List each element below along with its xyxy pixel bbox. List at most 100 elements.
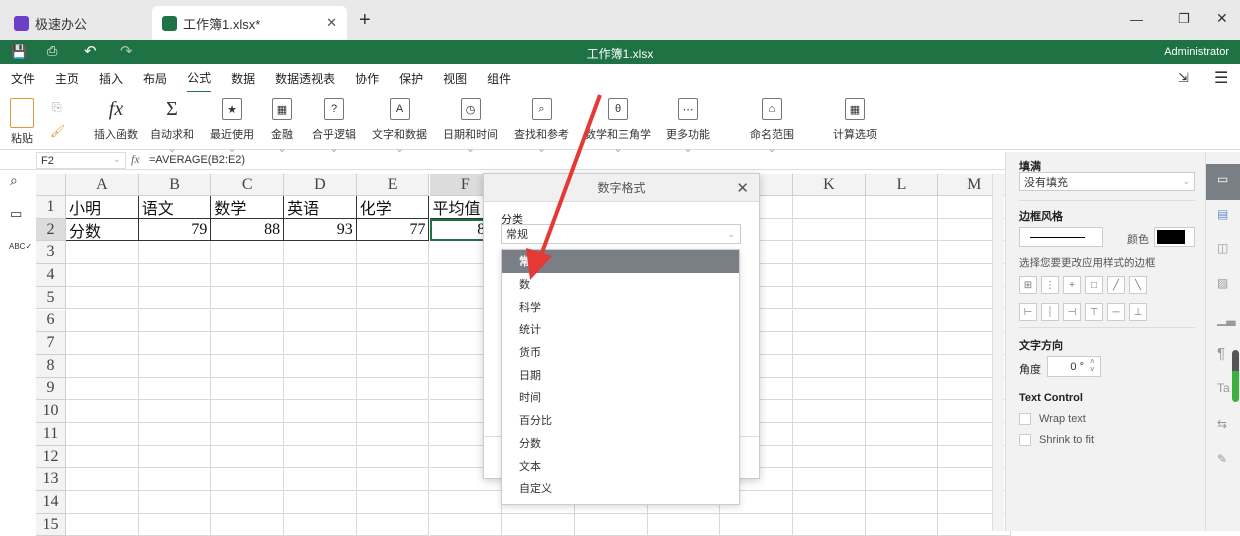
shape-icon[interactable]: ◫ (1217, 241, 1228, 255)
cell[interactable] (284, 377, 357, 401)
menu-item[interactable]: 保护 (399, 65, 423, 92)
cell[interactable]: 77 (356, 218, 430, 242)
row-header[interactable]: 5 (36, 286, 66, 310)
user-name[interactable]: Administrator (1164, 46, 1229, 58)
category-option[interactable]: 数 (502, 273, 739, 296)
ribbon-button[interactable]: ⋯ 更多功能 ⌄ (666, 98, 710, 155)
cell[interactable] (66, 264, 139, 287)
cell[interactable] (793, 423, 866, 446)
cell[interactable] (793, 354, 866, 378)
cell[interactable] (211, 491, 285, 514)
ribbon-button[interactable]: ? 合乎逻辑 ⌄ (312, 98, 356, 155)
cell[interactable] (284, 264, 357, 287)
ribbon-button[interactable]: fx 插入函数 (94, 98, 138, 142)
cell[interactable] (865, 468, 939, 492)
cell[interactable] (211, 264, 285, 287)
tab-home[interactable]: 极速办公 (4, 6, 97, 40)
ribbon-button[interactable]: ⌂ 命名范围 ⌄ (750, 98, 794, 155)
cell[interactable] (66, 468, 139, 492)
menu-item[interactable]: 文件 (11, 65, 35, 92)
chevron-down-icon[interactable]: ⌄ (113, 154, 121, 165)
cell[interactable] (793, 309, 866, 333)
cell[interactable] (211, 241, 285, 265)
column-header[interactable]: K (793, 174, 866, 196)
cell[interactable] (429, 513, 503, 536)
menu-item[interactable]: 数据 (231, 65, 255, 92)
row-header[interactable]: 4 (36, 264, 66, 287)
cell[interactable] (356, 468, 430, 492)
cell[interactable] (865, 309, 939, 333)
cell[interactable] (66, 354, 139, 378)
search-icon[interactable]: ⌕ (10, 172, 18, 189)
border-option-button[interactable]: + (1063, 276, 1081, 294)
cell[interactable] (211, 513, 285, 536)
cell[interactable] (211, 332, 285, 355)
menu-item[interactable]: 组件 (487, 65, 511, 92)
ribbon-button[interactable]: Σ 自动求和 ⌄ (150, 98, 194, 156)
cell[interactable] (356, 241, 430, 265)
cell[interactable] (356, 377, 430, 401)
cell[interactable] (356, 264, 430, 287)
cell[interactable] (865, 513, 939, 536)
cell[interactable] (865, 445, 939, 469)
cell[interactable] (284, 309, 357, 333)
row-header[interactable]: 11 (36, 423, 66, 446)
close-tab-icon[interactable]: ✕ (326, 15, 337, 31)
signature-icon[interactable]: ✎ (1217, 452, 1227, 466)
shrink-to-fit-checkbox[interactable] (1019, 434, 1031, 446)
menu-item[interactable]: 数据透视表 (275, 65, 335, 92)
cell[interactable] (138, 513, 212, 536)
ribbon-button[interactable]: ★ 最近使用 ⌄ (210, 98, 254, 155)
cell[interactable]: 化学 (356, 196, 430, 219)
category-option[interactable]: 分数 (502, 432, 739, 455)
column-header[interactable]: E (356, 174, 430, 196)
table-icon[interactable]: ▤ (1217, 207, 1228, 221)
category-option[interactable]: 日期 (502, 363, 739, 386)
new-tab-button[interactable]: + (359, 9, 371, 32)
category-option[interactable]: 常规 (502, 250, 739, 273)
border-option-button[interactable]: ⊣ (1063, 303, 1081, 321)
cell[interactable] (66, 423, 139, 446)
hamburger-menu-icon[interactable]: ☰ (1214, 68, 1228, 88)
ribbon-button[interactable]: θ 数学和三角学 ⌄ (585, 98, 651, 155)
cell[interactable] (138, 491, 212, 514)
border-option-button[interactable]: ⊢ (1019, 303, 1037, 321)
cell[interactable] (356, 423, 430, 446)
cell[interactable]: 小明 (66, 196, 139, 219)
cell[interactable] (138, 286, 212, 310)
cell[interactable] (284, 354, 357, 378)
chart-icon[interactable]: ▁▃ (1217, 312, 1235, 326)
cell[interactable] (66, 400, 139, 423)
cell[interactable] (574, 513, 648, 536)
cell[interactable] (720, 513, 793, 536)
text-art-icon[interactable]: Ta (1217, 381, 1230, 395)
cell[interactable] (793, 332, 866, 355)
column-header[interactable]: C (211, 174, 285, 196)
cell[interactable] (356, 400, 430, 423)
row-header[interactable]: 12 (36, 445, 66, 469)
cell[interactable] (793, 264, 866, 287)
row-header[interactable]: 1 (36, 196, 66, 219)
fx-icon[interactable]: fx (131, 152, 140, 167)
menu-item[interactable]: 公式 (187, 64, 212, 93)
cell[interactable] (66, 286, 139, 310)
cell[interactable] (865, 196, 939, 219)
cell[interactable]: 英语 (284, 196, 357, 219)
close-window-icon[interactable]: ✕ (1216, 10, 1228, 27)
ribbon-button[interactable]: ▦ 计算选项 (833, 98, 877, 142)
cell[interactable] (356, 445, 430, 469)
formula-input[interactable]: =AVERAGE(B2:E2) (149, 154, 245, 166)
menu-item[interactable]: 主页 (55, 65, 79, 92)
cell[interactable] (865, 332, 939, 355)
cell[interactable] (138, 332, 212, 355)
cell[interactable] (284, 286, 357, 310)
cell[interactable] (211, 445, 285, 469)
cell[interactable]: 分数 (66, 218, 139, 242)
cell[interactable] (66, 332, 139, 355)
pivot-icon[interactable]: ⇆ (1217, 417, 1227, 431)
cell[interactable] (793, 513, 866, 536)
cell[interactable] (793, 286, 866, 310)
row-header[interactable]: 3 (36, 241, 66, 265)
ribbon-button[interactable]: ◷ 日期和时间 ⌄ (443, 98, 498, 155)
column-header[interactable]: D (284, 174, 357, 196)
